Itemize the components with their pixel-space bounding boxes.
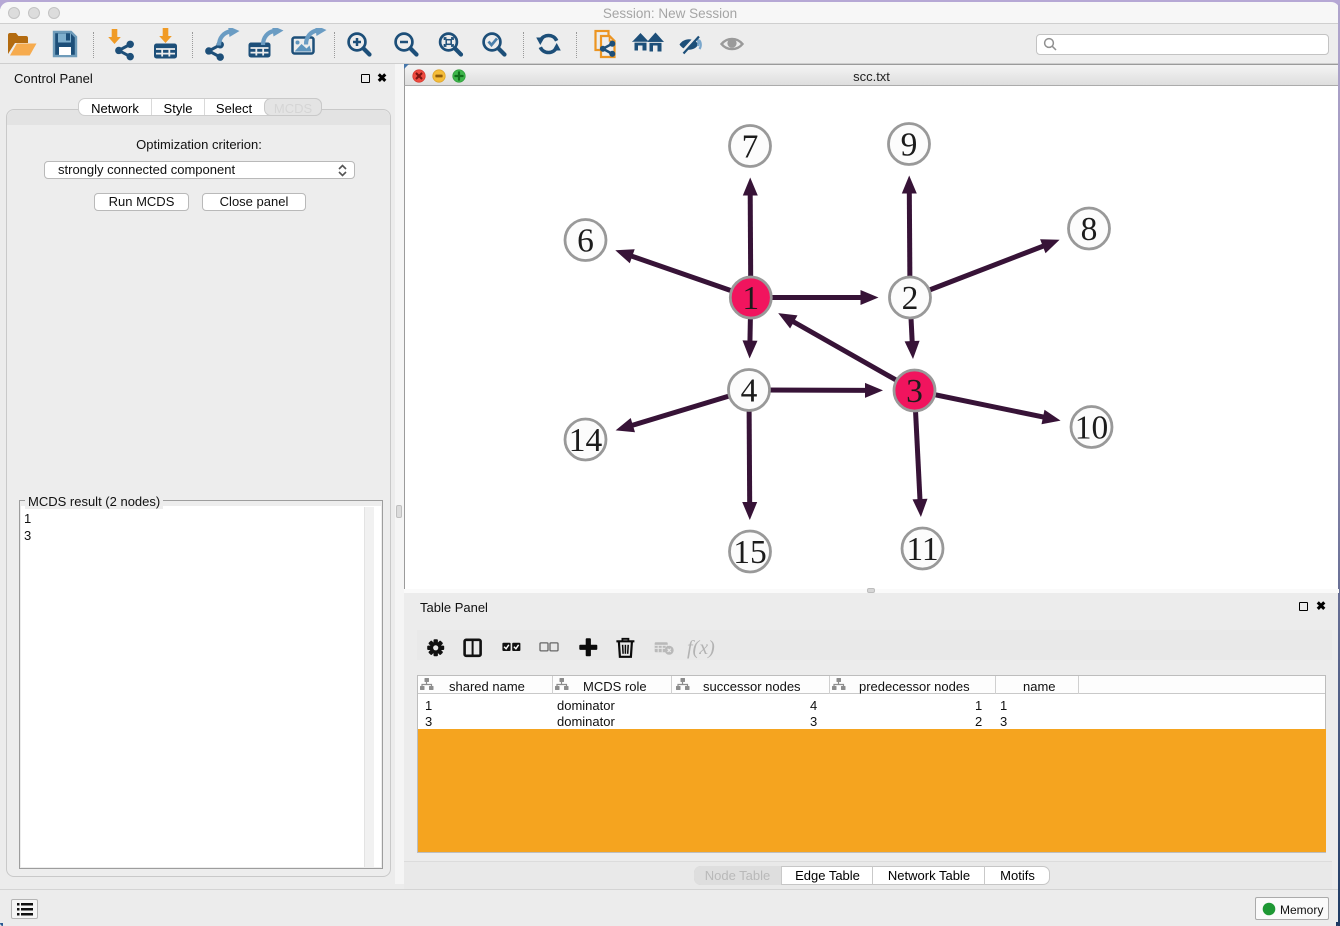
svg-text:14: 14 <box>569 422 603 459</box>
svg-text:2: 2 <box>902 280 919 317</box>
svg-text:6: 6 <box>577 223 594 260</box>
svg-text:f(x): f(x) <box>687 637 715 659</box>
svg-text:11: 11 <box>906 531 938 568</box>
svg-text:9: 9 <box>901 127 918 164</box>
svg-text:3: 3 <box>906 373 923 410</box>
svg-text:15: 15 <box>733 534 767 571</box>
svg-text:1: 1 <box>742 280 759 317</box>
svg-text:7: 7 <box>742 129 759 166</box>
svg-text:10: 10 <box>1075 410 1109 447</box>
svg-text:4: 4 <box>741 373 758 410</box>
svg-text:8: 8 <box>1081 211 1098 248</box>
